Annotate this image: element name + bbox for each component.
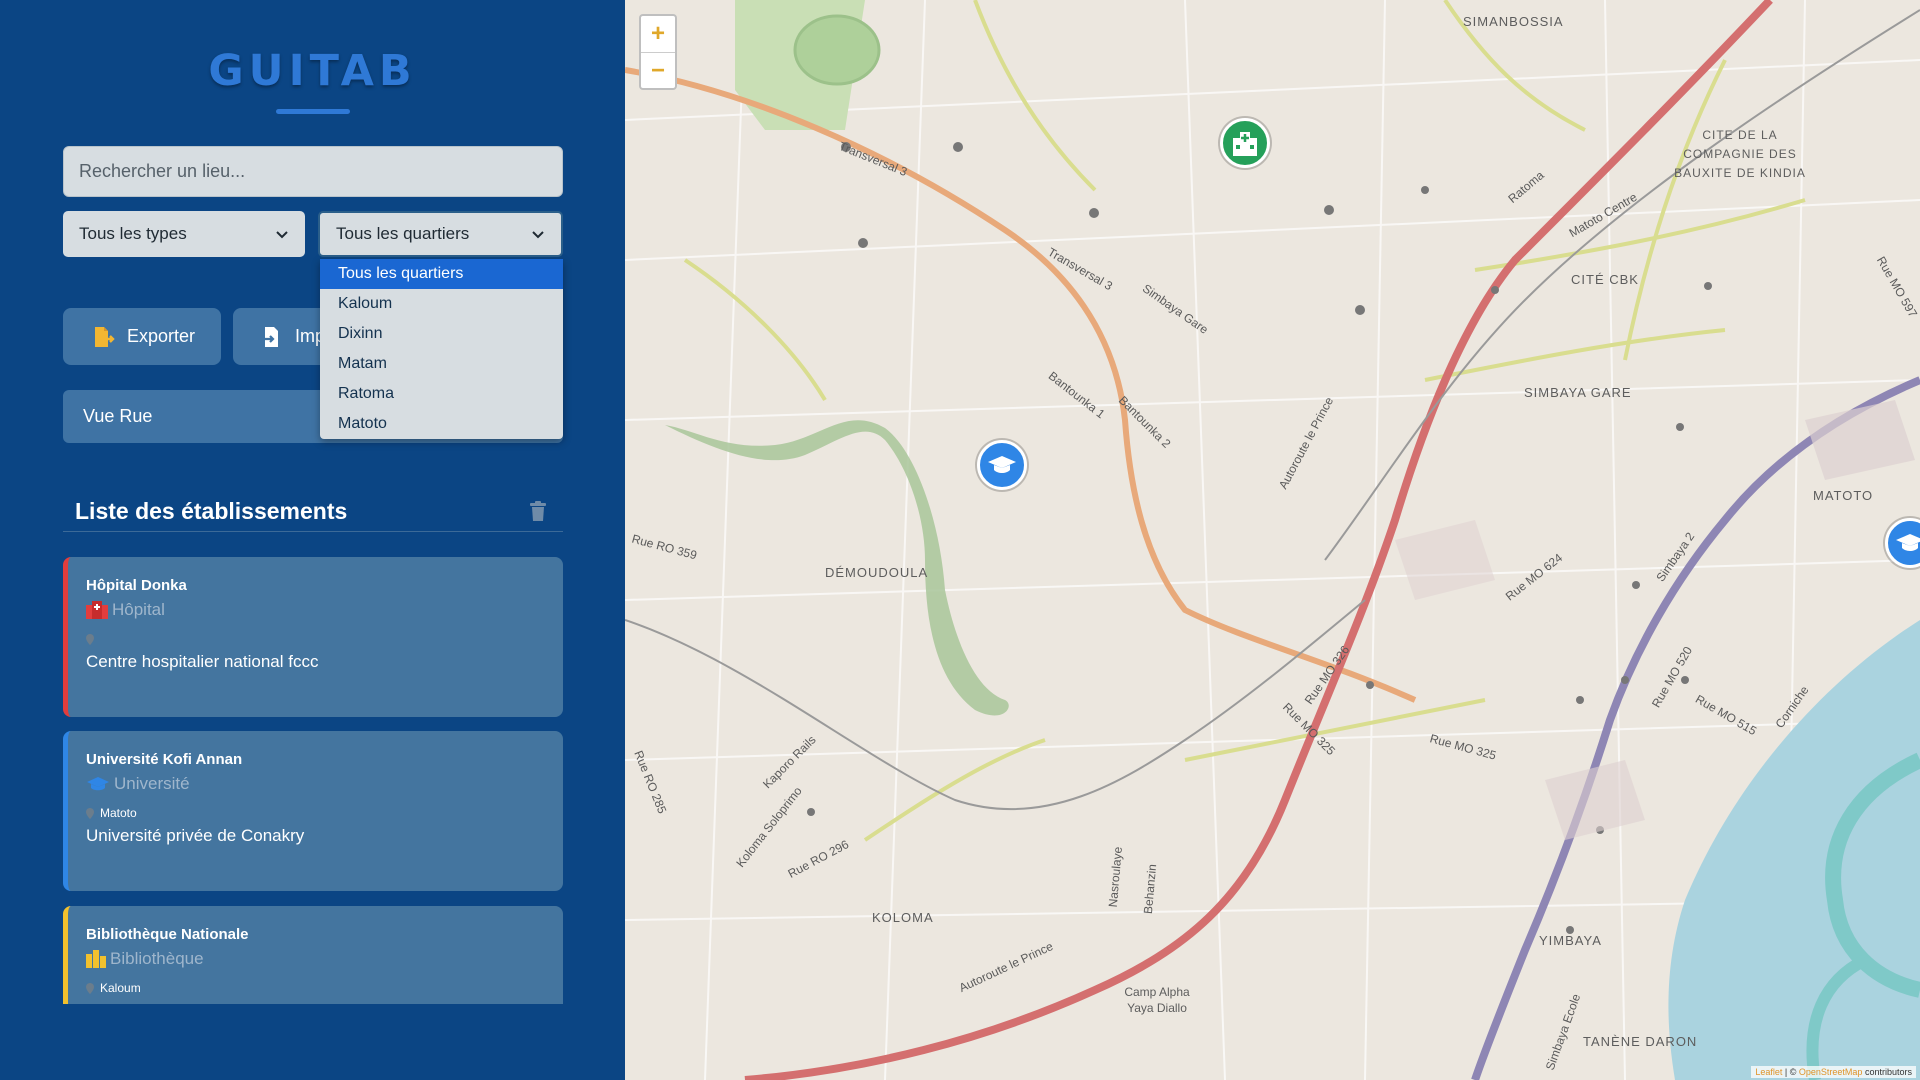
place-label: SIMBAYA GARE xyxy=(1524,385,1632,400)
export-button[interactable]: Exporter xyxy=(63,308,221,365)
map-pin-icon xyxy=(86,807,94,819)
item-name: Bibliothèque Nationale xyxy=(86,926,249,943)
export-label: Exporter xyxy=(127,326,196,346)
search-input[interactable]: Rechercher un lieu... xyxy=(63,146,563,197)
item-location: Matoto xyxy=(86,806,563,820)
list-header: Liste des établissements xyxy=(63,490,563,532)
chevron-down-icon xyxy=(276,231,288,239)
quartiers-select[interactable]: Tous les quartiers xyxy=(318,211,563,257)
item-type: Université xyxy=(86,774,563,794)
place-label: SIMANBOSSIA xyxy=(1463,14,1564,29)
item-description: Université privée de Conakry xyxy=(86,826,305,845)
file-export-icon xyxy=(95,326,115,347)
item-description: Centre hospitalier national fccc xyxy=(86,652,319,671)
place-label: CITÉ CBK xyxy=(1571,272,1639,287)
graduation-cap-icon xyxy=(1896,534,1920,551)
hospital-building-icon xyxy=(1233,132,1257,156)
leaflet-link[interactable]: Leaflet xyxy=(1755,1067,1782,1077)
books-icon xyxy=(86,950,106,968)
quartiers-select-value: Tous les quartiers xyxy=(336,224,470,243)
quartier-option[interactable]: Tous les quartiers xyxy=(320,259,563,289)
quartiers-dropdown: Tous les quartiers Kaloum Dixinn Matam R… xyxy=(320,259,563,439)
quartier-option[interactable]: Dixinn xyxy=(320,319,563,349)
place-label: DÉMOUDOULA xyxy=(825,565,929,580)
item-name: Hôpital Donka xyxy=(86,577,187,594)
osm-link[interactable]: OpenStreetMap xyxy=(1799,1067,1863,1077)
establishment-list: Hôpital Donka Hôpital Centre hospitalier… xyxy=(63,557,563,1004)
app-logo: GUITAB xyxy=(208,46,417,96)
quartier-option[interactable]: Kaloum xyxy=(320,289,563,319)
place-label: Camp Alpha Yaya Diallo xyxy=(1124,985,1190,1015)
logo-underline xyxy=(276,109,350,114)
place-label: TANÈNE DARON xyxy=(1583,1034,1698,1049)
graduation-cap-icon xyxy=(988,456,1016,473)
item-name: Université Kofi Annan xyxy=(86,751,243,768)
item-type-label: Bibliothèque xyxy=(110,949,204,968)
zoom-out-button[interactable]: − xyxy=(641,52,675,88)
quartier-option[interactable]: Ratoma xyxy=(320,379,563,409)
graduation-cap-icon xyxy=(87,777,109,791)
hospital-marker[interactable] xyxy=(1220,118,1270,168)
university-marker[interactable] xyxy=(977,440,1027,490)
types-select-value: Tous les types xyxy=(79,224,187,243)
list-item[interactable]: Hôpital Donka Hôpital Centre hospitalier… xyxy=(63,557,563,717)
item-type-label: Université xyxy=(114,774,190,793)
file-import-icon xyxy=(263,326,278,347)
zoom-in-button[interactable]: + xyxy=(641,16,675,52)
item-type-label: Hôpital xyxy=(112,600,165,619)
place-label: KOLOMA xyxy=(872,910,934,925)
chevron-down-icon xyxy=(532,231,544,239)
types-select[interactable]: Tous les types xyxy=(63,211,305,257)
quartier-option[interactable]: Matoto xyxy=(320,409,563,439)
list-title: Liste des établissements xyxy=(75,498,348,524)
list-item[interactable]: Bibliothèque Nationale Bibliothèque Kalo… xyxy=(63,906,563,1004)
place-label: YIMBAYA xyxy=(1539,933,1602,948)
zoom-control: + − xyxy=(639,14,677,90)
item-location: Kaloum xyxy=(86,981,563,995)
hospital-icon xyxy=(86,601,108,619)
trash-icon[interactable] xyxy=(529,501,547,521)
map-pin-icon xyxy=(86,633,94,645)
map-pin-icon xyxy=(86,982,94,994)
map-view[interactable]: + − SIMANBOSSIA CITE DE LA COMPAGNIE DES… xyxy=(625,0,1920,1080)
item-type: Hôpital xyxy=(86,600,563,620)
item-location xyxy=(86,632,563,646)
list-item[interactable]: Université Kofi Annan Université Matoto … xyxy=(63,731,563,891)
item-type: Bibliothèque xyxy=(86,949,563,969)
quartier-option[interactable]: Matam xyxy=(320,349,563,379)
map-attribution: Leaflet | © OpenStreetMap contributors xyxy=(1751,1066,1916,1078)
sidebar: GUITAB Rechercher un lieu... Tous les ty… xyxy=(0,0,625,1080)
place-label: CITE DE LA COMPAGNIE DES BAUXITE DE KIND… xyxy=(1674,128,1806,180)
place-label: MATOTO xyxy=(1813,488,1874,503)
